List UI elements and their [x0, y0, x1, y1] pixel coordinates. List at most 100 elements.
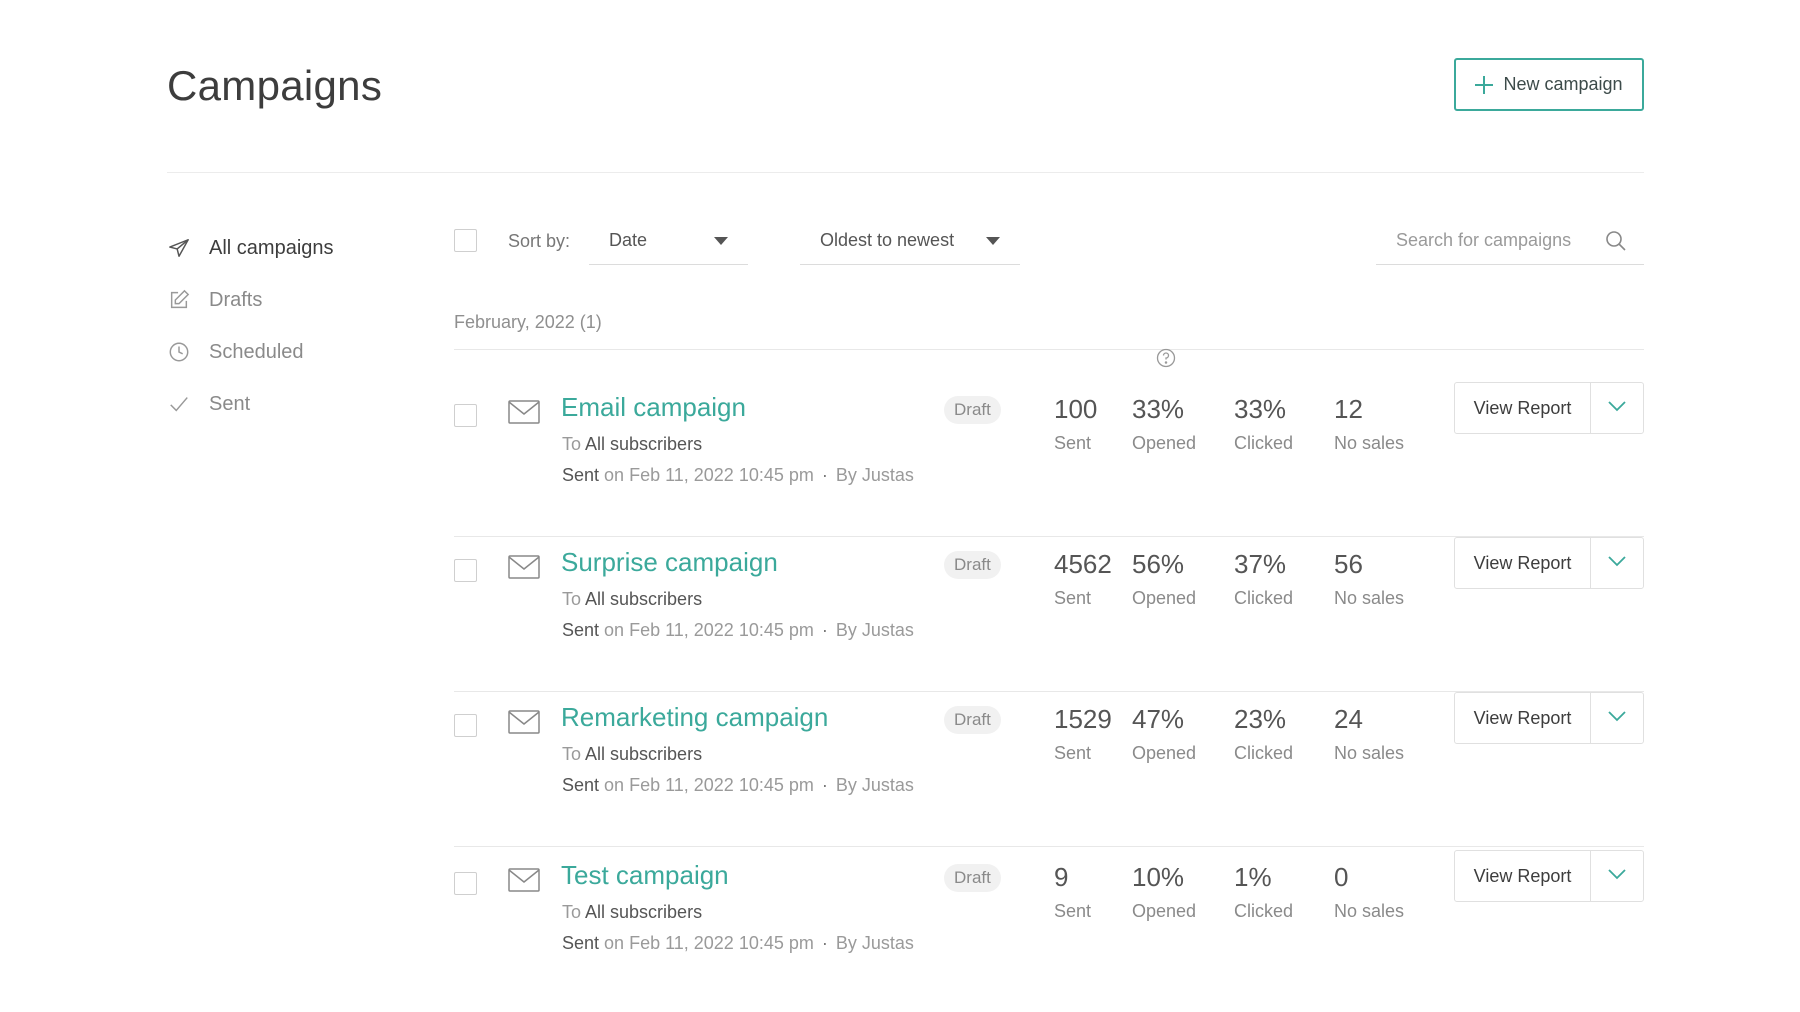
view-report-button[interactable]: View Report	[1455, 693, 1591, 743]
stat-opened: 56% Opened	[1132, 549, 1196, 609]
stat-sales: 0 No sales	[1334, 862, 1404, 922]
campaign-recipients: To All subscribers	[562, 744, 702, 765]
stat-opened-label: Opened	[1132, 743, 1197, 763]
recipients-value: All subscribers	[585, 744, 703, 764]
envelope-icon	[508, 555, 540, 584]
row-checkbox[interactable]	[454, 714, 477, 737]
campaign-name-link[interactable]: Test campaign	[561, 860, 729, 891]
campaign-author: By Justas	[835, 620, 914, 640]
campaign-name-link[interactable]: Email campaign	[561, 392, 746, 423]
separator-dot: ·	[821, 465, 828, 485]
envelope-icon	[508, 400, 540, 429]
stat-opened: 10% Opened	[1132, 862, 1196, 922]
campaign-row: Remarketing campaign To All subscribers …	[454, 692, 1644, 847]
stat-sales: 12 No sales	[1334, 394, 1404, 454]
stat-opened-label: Opened	[1132, 588, 1197, 608]
stat-sales: 24 No sales	[1334, 704, 1404, 764]
sidebar-item-label: Drafts	[209, 288, 263, 311]
campaign-status: Sent	[562, 775, 600, 795]
sort-field-select[interactable]: Date	[589, 217, 748, 265]
campaign-meta: Sent on Feb 11, 2022 10:45 pm · By Justas	[562, 933, 914, 954]
view-report-button[interactable]: View Report	[1455, 851, 1591, 901]
campaign-meta: Sent on Feb 11, 2022 10:45 pm · By Justas	[562, 465, 914, 486]
status-badge: Draft	[944, 551, 1001, 579]
campaign-name-link[interactable]: Remarketing campaign	[561, 702, 828, 733]
stat-clicked: 23% Clicked	[1234, 704, 1293, 764]
caret-down-icon	[714, 237, 728, 245]
sidebar-item-all-campaigns[interactable]: All campaigns	[167, 222, 427, 274]
report-actions: View Report	[1454, 382, 1644, 434]
chevron-down-icon	[1607, 867, 1627, 885]
paper-plane-icon	[167, 236, 191, 260]
row-checkbox[interactable]	[454, 872, 477, 895]
campaign-date: on Feb 11, 2022 10:45 pm	[604, 775, 814, 795]
stat-sent: 100 Sent	[1054, 394, 1097, 454]
report-actions: View Report	[1454, 537, 1644, 589]
campaign-meta: Sent on Feb 11, 2022 10:45 pm · By Justas	[562, 775, 914, 796]
campaign-date: on Feb 11, 2022 10:45 pm	[604, 933, 814, 953]
stat-opened-label: Opened	[1132, 901, 1197, 921]
envelope-icon	[508, 710, 540, 739]
recipients-prefix: To	[562, 589, 582, 609]
status-badge: Draft	[944, 864, 1001, 892]
more-actions-dropdown[interactable]	[1591, 383, 1643, 433]
stat-sent: 1529 Sent	[1054, 704, 1112, 764]
sort-order-select[interactable]: Oldest to newest	[800, 217, 1020, 265]
more-actions-dropdown[interactable]	[1591, 851, 1643, 901]
help-icon[interactable]	[1156, 348, 1176, 373]
new-campaign-label: New campaign	[1503, 74, 1623, 94]
stat-clicked: 1% Clicked	[1234, 862, 1293, 922]
row-checkbox[interactable]	[454, 404, 477, 427]
more-actions-dropdown[interactable]	[1591, 693, 1643, 743]
recipients-value: All subscribers	[585, 434, 703, 454]
stat-sales-label: No sales	[1334, 743, 1405, 763]
stat-sent-label: Sent	[1054, 901, 1092, 921]
stat-clicked-label: Clicked	[1234, 901, 1294, 921]
select-all-checkbox[interactable]	[454, 229, 477, 252]
stat-sales-value: 56	[1334, 549, 1363, 579]
search-box	[1376, 217, 1644, 265]
report-actions: View Report	[1454, 692, 1644, 744]
campaign-row: Test campaign To All subscribers Sent on…	[454, 850, 1644, 1005]
stat-sales-value: 24	[1334, 704, 1363, 734]
stat-sales-label: No sales	[1334, 433, 1405, 453]
envelope-icon	[508, 868, 540, 897]
new-campaign-button[interactable]: New campaign	[1454, 58, 1644, 111]
stat-sales-label: No sales	[1334, 901, 1405, 921]
more-actions-dropdown[interactable]	[1591, 538, 1643, 588]
sort-label: Sort by:	[508, 231, 571, 251]
recipients-value: All subscribers	[585, 902, 703, 922]
status-badge: Draft	[944, 706, 1001, 734]
sidebar-item-label: All campaigns	[209, 236, 334, 259]
stat-opened-value: 33%	[1132, 394, 1185, 424]
row-checkbox[interactable]	[454, 559, 477, 582]
stat-clicked-value: 33%	[1234, 394, 1287, 424]
sidebar-item-scheduled[interactable]: Scheduled	[167, 326, 427, 378]
campaign-name-link[interactable]: Surprise campaign	[561, 547, 778, 578]
sidebar-item-drafts[interactable]: Drafts	[167, 274, 427, 326]
status-badge: Draft	[944, 396, 1001, 424]
search-icon[interactable]	[1604, 229, 1628, 258]
group-label: February, 2022 (1)	[454, 312, 602, 332]
row-divider	[454, 846, 1644, 847]
stat-sent-value: 1529	[1054, 704, 1112, 734]
stat-sales-value: 0	[1334, 862, 1349, 892]
chevron-down-icon	[1607, 554, 1627, 572]
separator-dot: ·	[821, 620, 828, 640]
stat-opened: 47% Opened	[1132, 704, 1196, 764]
sidebar-item-sent[interactable]: Sent	[167, 378, 427, 430]
campaign-row: Surprise campaign To All subscribers Sen…	[454, 537, 1644, 692]
view-report-button[interactable]: View Report	[1455, 538, 1591, 588]
sidebar-item-label: Sent	[209, 392, 251, 415]
search-input[interactable]	[1376, 217, 1586, 263]
recipients-prefix: To	[562, 744, 582, 764]
view-report-button[interactable]: View Report	[1455, 383, 1591, 433]
separator-dot: ·	[821, 775, 828, 795]
stat-opened-value: 10%	[1132, 862, 1185, 892]
campaign-author: By Justas	[835, 775, 914, 795]
edit-icon	[167, 288, 191, 312]
stat-sent-value: 4562	[1054, 549, 1112, 579]
stat-clicked-value: 37%	[1234, 549, 1287, 579]
campaign-status: Sent	[562, 933, 600, 953]
campaign-date: on Feb 11, 2022 10:45 pm	[604, 465, 814, 485]
